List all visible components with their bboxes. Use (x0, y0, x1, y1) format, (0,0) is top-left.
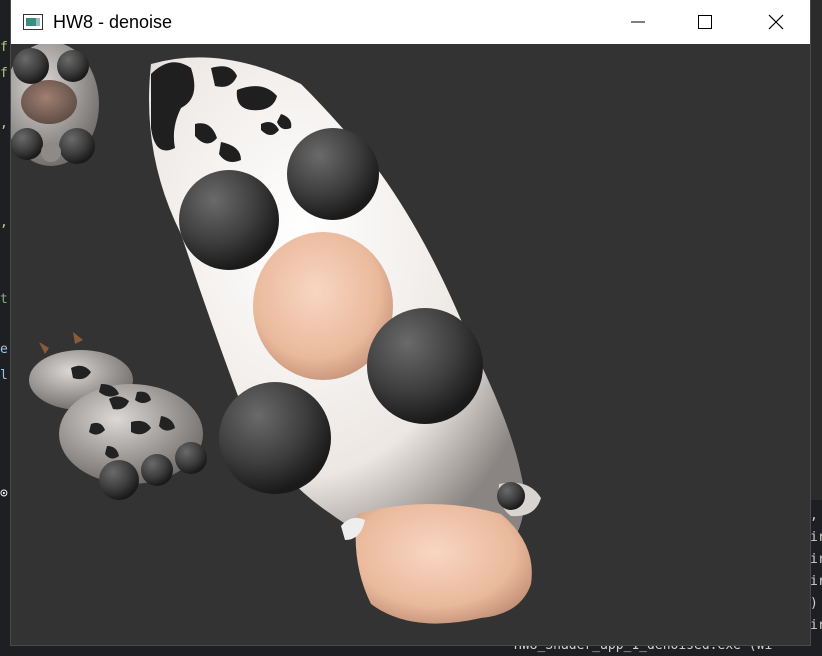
app-icon (23, 14, 43, 30)
minimize-button[interactable] (615, 0, 661, 44)
minimize-icon (631, 21, 645, 23)
maximize-button[interactable] (682, 0, 728, 44)
large-cow (149, 57, 541, 624)
close-icon (768, 14, 784, 30)
cow-render (11, 44, 541, 624)
small-cow-lower-left (29, 332, 207, 500)
close-button[interactable] (753, 0, 799, 44)
app-window: HW8 - denoise (11, 0, 810, 645)
render-viewport[interactable] (11, 44, 810, 645)
window-title: HW8 - denoise (53, 11, 173, 32)
title-bar[interactable]: HW8 - denoise (11, 0, 810, 44)
small-cow-top-left (11, 44, 99, 166)
maximize-icon (698, 15, 712, 29)
